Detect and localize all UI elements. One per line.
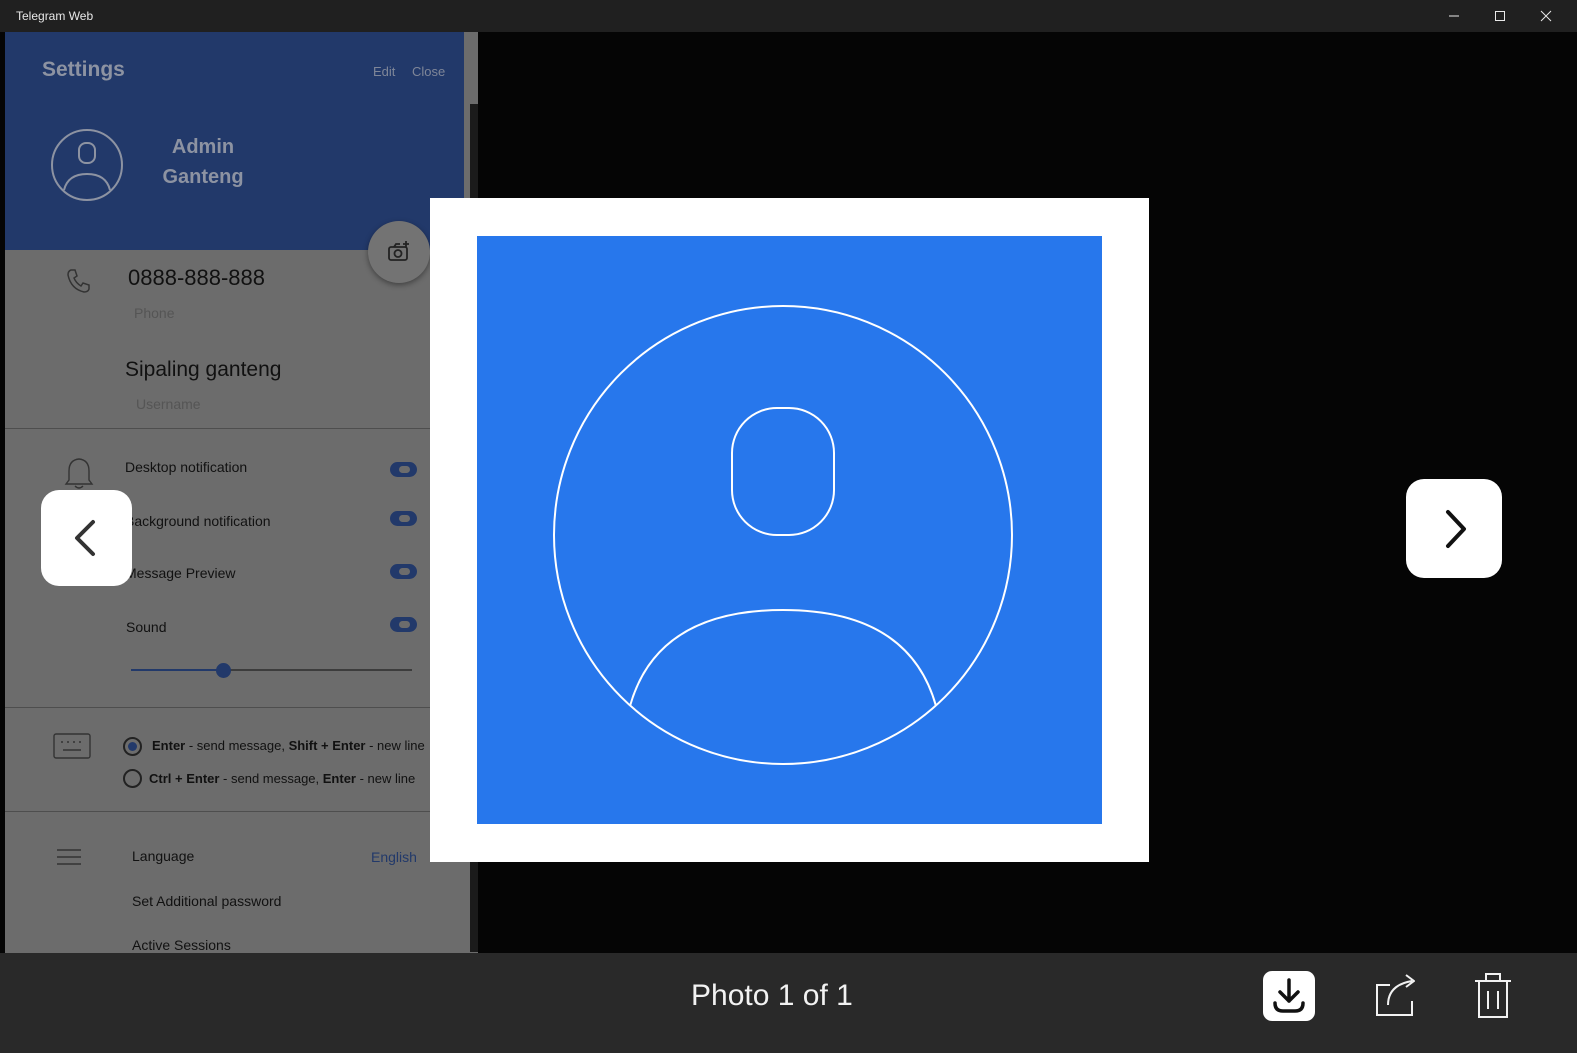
profile-photo (477, 236, 1102, 824)
phone-icon (67, 269, 90, 293)
divider (5, 428, 464, 429)
phone-label: Phone (134, 305, 175, 321)
sound-label: Sound (126, 619, 167, 635)
keyboard-icon (53, 733, 91, 759)
maximize-button[interactable] (1477, 0, 1523, 32)
send-option-radio-enter[interactable] (123, 737, 142, 756)
delete-button[interactable] (1473, 971, 1513, 1019)
message-preview-toggle[interactable] (390, 564, 417, 579)
avatar-placeholder-icon (553, 305, 1013, 765)
send-option-ctrl-enter-label: Ctrl + Enter - send message, Enter - new… (149, 771, 416, 786)
trash-icon (1475, 973, 1511, 1018)
send-option-enter-label: Enter - send message, Shift + Enter - ne… (152, 738, 425, 753)
next-photo-button[interactable] (1406, 479, 1502, 578)
language-value[interactable]: English (371, 849, 417, 865)
close-icon (1540, 10, 1552, 22)
desktop-notification-toggle[interactable] (390, 462, 417, 477)
download-icon (1263, 971, 1315, 1021)
window-title: Telegram Web (16, 9, 94, 23)
chevron-right-icon (1446, 510, 1466, 548)
sound-toggle[interactable] (390, 617, 417, 632)
close-settings-button[interactable]: Close (412, 64, 445, 79)
photo-counter: Photo 1 of 1 (691, 979, 853, 1012)
maximize-icon (1495, 11, 1505, 21)
phone-number: 0888-888-888 (128, 265, 266, 290)
share-button[interactable] (1372, 971, 1420, 1019)
chevron-left-icon (75, 520, 95, 556)
download-button[interactable] (1263, 971, 1315, 1021)
viewer-stage: Settings Edit Close Admin Ganteng 0888-8… (0, 32, 1577, 953)
previous-photo-button[interactable] (41, 490, 132, 586)
volume-slider-thumb[interactable] (216, 663, 231, 678)
active-sessions-link[interactable]: Active Sessions (132, 937, 231, 953)
share-icon (1376, 974, 1415, 1016)
bell-icon (64, 458, 94, 489)
settings-title: Settings (42, 58, 125, 81)
language-label: Language (132, 848, 195, 864)
viewer-toolbar: Photo 1 of 1 (0, 953, 1577, 1053)
profile-avatar-icon[interactable] (50, 128, 124, 202)
close-window-button[interactable] (1523, 0, 1569, 32)
camera-add-icon (388, 241, 409, 261)
volume-slider-fill (131, 669, 224, 671)
send-option-radio-ctrl-enter[interactable] (123, 769, 142, 788)
minimize-button[interactable] (1431, 0, 1477, 32)
set-profile-photo-button[interactable] (368, 221, 430, 283)
username-label: Username (136, 396, 201, 412)
message-preview-label: Message Preview (125, 565, 236, 581)
divider (5, 707, 464, 708)
background-notification-toggle[interactable] (390, 511, 417, 526)
minimize-icon (1449, 15, 1459, 17)
desktop-notification-label: Desktop notification (125, 459, 248, 475)
window-titlebar: Telegram Web (0, 0, 1577, 32)
background-notification-label: Background notification (125, 513, 271, 529)
username-value[interactable]: Sipaling ganteng (125, 358, 281, 382)
set-additional-password-link[interactable]: Set Additional password (132, 893, 281, 909)
edit-button[interactable]: Edit (373, 64, 395, 79)
photo-frame (430, 198, 1149, 862)
profile-name: Admin Ganteng (162, 136, 244, 188)
divider (5, 811, 464, 812)
menu-icon (57, 849, 81, 865)
settings-header: Settings Edit Close Admin Ganteng (5, 32, 464, 250)
